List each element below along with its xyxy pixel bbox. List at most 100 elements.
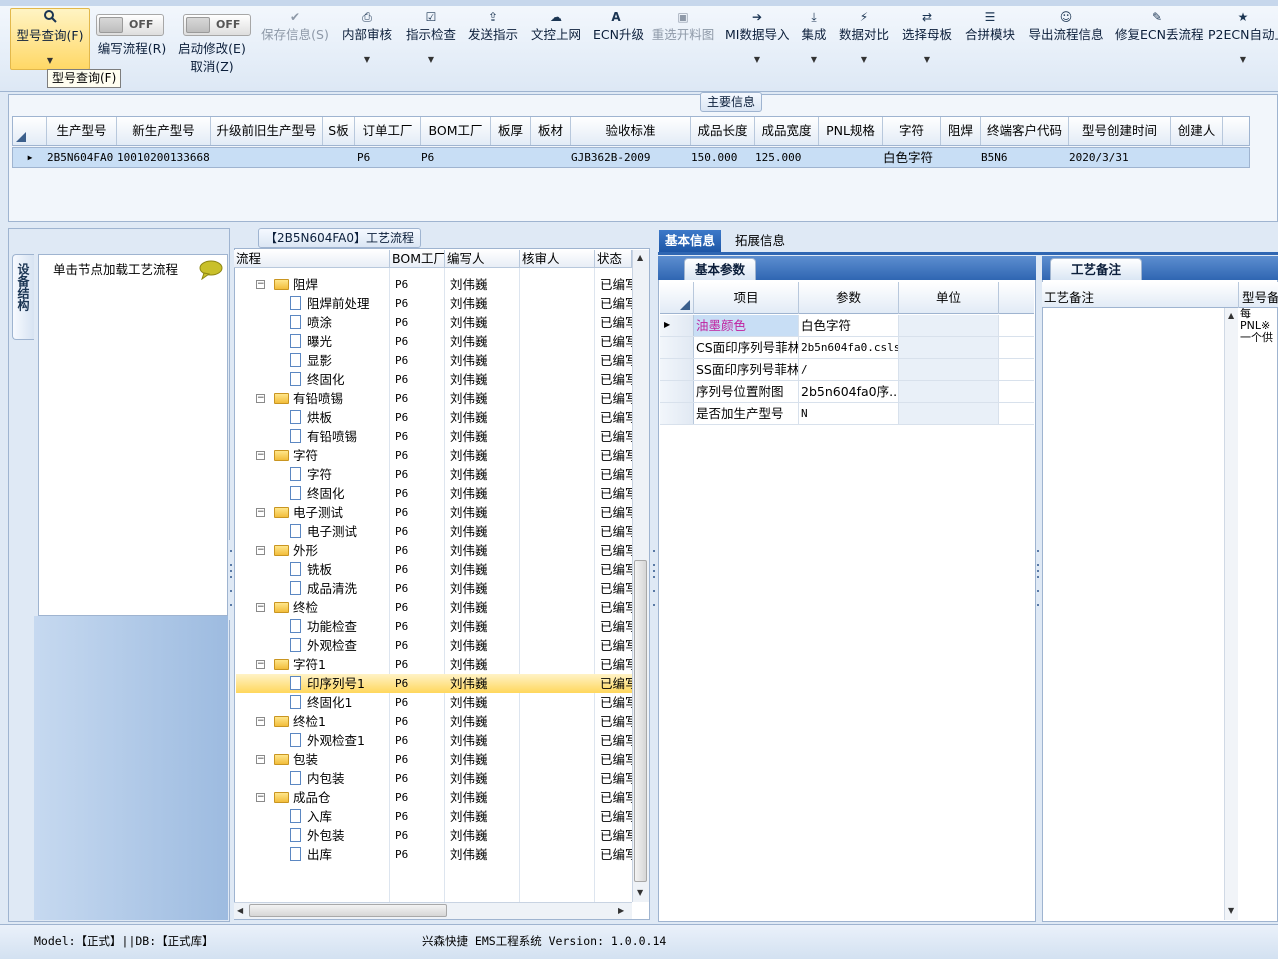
query-model-button[interactable]: 型号查询(F) ▼ bbox=[10, 8, 90, 70]
param-unit[interactable] bbox=[899, 337, 999, 358]
dropdown-arrow-icon[interactable]: ▼ bbox=[11, 55, 89, 67]
scroll-up-icon[interactable]: ▲ bbox=[1228, 311, 1234, 320]
collapse-icon[interactable]: − bbox=[256, 793, 265, 802]
tab-basic-info[interactable]: 基本信息 bbox=[659, 230, 722, 252]
column-header[interactable]: PNL规格 bbox=[819, 117, 883, 145]
tree-node[interactable]: 烘板 P6 刘伟巍 已编写 bbox=[236, 408, 632, 427]
dropdown-arrow-icon[interactable]: ▼ bbox=[902, 54, 952, 66]
param-unit[interactable] bbox=[899, 315, 999, 336]
tree-node[interactable]: 印序列号1 P6 刘伟巍 已编写 bbox=[236, 674, 632, 693]
table-row[interactable]: 序列号位置附图 2b5n604fa0序... bbox=[660, 381, 1034, 403]
column-header[interactable]: 项目 bbox=[694, 282, 799, 314]
tree-node[interactable]: 终固化1 P6 刘伟巍 已编写 bbox=[236, 693, 632, 712]
tree-node[interactable]: 铣板 P6 刘伟巍 已编写 bbox=[236, 560, 632, 579]
cell-model[interactable]: 2B5N604FA0 bbox=[47, 148, 117, 167]
tree-node[interactable]: 外观检查1 P6 刘伟巍 已编写 bbox=[236, 731, 632, 750]
param-item[interactable]: 是否加生产型号 bbox=[694, 403, 799, 424]
collapse-icon[interactable]: − bbox=[256, 451, 265, 460]
fix-ecn-lost-flow-button[interactable]: ✎ 修复ECN丢流程 bbox=[1115, 8, 1203, 68]
column-header[interactable]: 订单工厂 bbox=[355, 117, 421, 145]
cell-acceptance-standard[interactable]: GJB362B-2009 bbox=[571, 148, 691, 167]
doc-control-online-button[interactable]: ☁ 文控上网 bbox=[531, 8, 581, 68]
param-value[interactable]: 2b5n604fa0序... bbox=[799, 381, 899, 402]
table-row[interactable]: ▶ 2B5N604FA0 10010200133668 P6 P6 GJB362… bbox=[12, 147, 1250, 168]
column-header[interactable]: 成品长度 bbox=[691, 117, 755, 145]
column-header[interactable]: 编写人 bbox=[445, 250, 520, 268]
param-value[interactable]: 2b5n604fa0.cslsh bbox=[799, 337, 899, 358]
process-note-text[interactable]: 每PNL※一个供 bbox=[1240, 308, 1278, 348]
column-header[interactable]: 板材 bbox=[531, 117, 571, 145]
column-header[interactable]: 板厚 bbox=[491, 117, 531, 145]
tree-horizontal-scroll-thumb[interactable] bbox=[249, 904, 447, 917]
tree-node[interactable]: − 字符1 P6 刘伟巍 已编写 bbox=[236, 655, 632, 674]
cell-length[interactable]: 150.000 bbox=[691, 148, 755, 167]
collapse-icon[interactable]: − bbox=[256, 280, 265, 289]
param-item[interactable]: 油墨颜色 bbox=[694, 315, 799, 336]
splitter-handle-left[interactable] bbox=[228, 540, 234, 620]
tab-equipment-structure[interactable]: 设备结构 bbox=[12, 254, 34, 340]
scroll-up-icon[interactable]: ▲ bbox=[637, 253, 643, 262]
tree-node[interactable]: 阻焊前处理 P6 刘伟巍 已编写 bbox=[236, 294, 632, 313]
column-header[interactable]: 生产型号 bbox=[47, 117, 117, 145]
p2ecn-auto-button[interactable]: ★ P2ECN自动上 ▼ bbox=[1208, 8, 1278, 68]
save-info-button[interactable]: ✔ 保存信息(S) bbox=[261, 8, 329, 68]
collapse-icon[interactable]: − bbox=[256, 508, 265, 517]
column-header[interactable]: 终端客户代码 bbox=[981, 117, 1069, 145]
tab-process-notes[interactable]: 工艺备注 bbox=[1050, 258, 1142, 280]
param-unit[interactable] bbox=[899, 381, 999, 402]
tree-node[interactable]: 外包装 P6 刘伟巍 已编写 bbox=[236, 826, 632, 845]
column-header[interactable]: 流程 bbox=[234, 250, 390, 268]
tree-node[interactable]: 终固化 P6 刘伟巍 已编写 bbox=[236, 370, 632, 389]
param-unit[interactable] bbox=[899, 403, 999, 424]
scroll-down-icon[interactable]: ▼ bbox=[1228, 906, 1234, 915]
param-item[interactable]: SS面印序列号菲林 bbox=[694, 359, 799, 380]
cell-width[interactable]: 125.000 bbox=[755, 148, 819, 167]
column-header[interactable]: 核审人 bbox=[520, 250, 595, 268]
tab-basic-params[interactable]: 基本参数 bbox=[684, 258, 757, 280]
collapse-icon[interactable]: − bbox=[256, 394, 265, 403]
dropdown-arrow-icon[interactable]: ▼ bbox=[725, 54, 789, 66]
table-row[interactable]: ▶ 油墨颜色 白色字符 bbox=[660, 315, 1034, 337]
column-header[interactable]: BOM工厂 bbox=[390, 250, 445, 268]
tree-node[interactable]: 外观检查 P6 刘伟巍 已编写 bbox=[236, 636, 632, 655]
tree-node[interactable]: 内包装 P6 刘伟巍 已编写 bbox=[236, 769, 632, 788]
tree-node[interactable]: 电子测试 P6 刘伟巍 已编写 bbox=[236, 522, 632, 541]
cell-new-model[interactable]: 10010200133668 bbox=[117, 148, 211, 167]
column-header[interactable]: S板 bbox=[323, 117, 355, 145]
tree-node[interactable]: − 终检 P6 刘伟巍 已编写 bbox=[236, 598, 632, 617]
cell-created-time[interactable]: 2020/3/31 bbox=[1069, 148, 1171, 167]
tree-node[interactable]: − 包装 P6 刘伟巍 已编写 bbox=[236, 750, 632, 769]
cell-customer-code[interactable]: B5N6 bbox=[981, 148, 1069, 167]
column-header[interactable]: 状态 bbox=[595, 250, 632, 268]
cell-character[interactable]: 白色字符 bbox=[883, 148, 941, 167]
column-header[interactable]: 字符 bbox=[883, 117, 941, 145]
collapse-icon[interactable]: − bbox=[256, 603, 265, 612]
notes-scrollbar[interactable]: ▲ ▼ bbox=[1224, 308, 1238, 920]
param-item[interactable]: 序列号位置附图 bbox=[694, 381, 799, 402]
tree-node[interactable]: 字符 P6 刘伟巍 已编写 bbox=[236, 465, 632, 484]
column-header[interactable]: 升级前旧生产型号 bbox=[211, 117, 323, 145]
collapse-icon[interactable]: − bbox=[256, 546, 265, 555]
data-compare-button[interactable]: ⚡ 数据对比 ▼ bbox=[839, 8, 889, 68]
ecn-upgrade-button[interactable]: A ECN升级 bbox=[593, 8, 644, 68]
tree-node[interactable]: 曝光 P6 刘伟巍 已编写 bbox=[236, 332, 632, 351]
column-header[interactable]: 型号备 bbox=[1242, 287, 1278, 306]
table-row[interactable]: SS面印序列号菲林 / bbox=[660, 359, 1034, 381]
column-header[interactable]: 阻焊 bbox=[941, 117, 981, 145]
param-value[interactable]: N bbox=[799, 403, 899, 424]
param-value[interactable]: 白色字符 bbox=[799, 315, 899, 336]
export-flow-info-button[interactable]: ☺ 导出流程信息 bbox=[1028, 8, 1104, 68]
param-value[interactable]: / bbox=[799, 359, 899, 380]
collapse-icon[interactable]: − bbox=[256, 660, 265, 669]
splitter-handle-middle[interactable] bbox=[651, 540, 657, 620]
mi-data-import-button[interactable]: ➔ MI数据导入 ▼ bbox=[725, 8, 789, 68]
cell-order-factory[interactable]: P6 bbox=[357, 148, 421, 167]
merge-module-button[interactable]: ☰ 合拼模块 bbox=[965, 8, 1015, 68]
tree-node[interactable]: 入库 P6 刘伟巍 已编写 bbox=[236, 807, 632, 826]
column-header[interactable]: 成品宽度 bbox=[755, 117, 819, 145]
write-flow-toggle[interactable]: OFF bbox=[96, 14, 164, 36]
scroll-down-icon[interactable]: ▼ bbox=[637, 888, 643, 897]
scroll-right-icon[interactable]: ▶ bbox=[618, 906, 624, 915]
tree-node[interactable]: − 电子测试 P6 刘伟巍 已编写 bbox=[236, 503, 632, 522]
tree-node[interactable]: 功能检查 P6 刘伟巍 已编写 bbox=[236, 617, 632, 636]
